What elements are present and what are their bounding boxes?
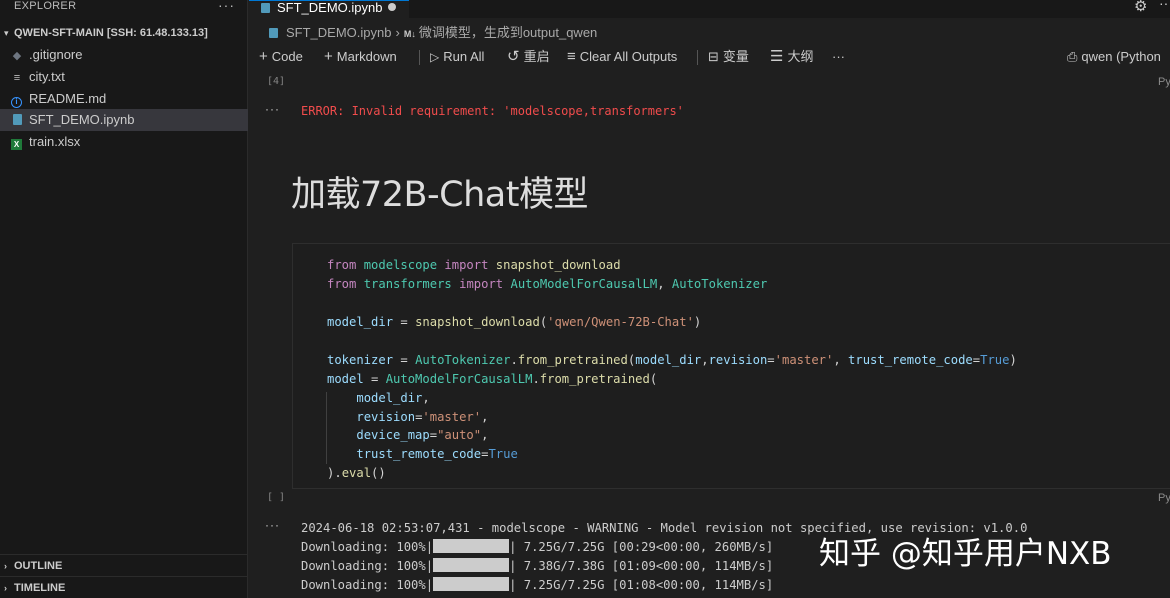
file-label: city.txt [29, 69, 65, 84]
variables-button[interactable]: ⊟ 变量 [708, 46, 749, 68]
variables-label: 变量 [722, 49, 749, 64]
progress-bar [433, 557, 510, 572]
progress-bar [433, 576, 510, 591]
file-item-sft-demo[interactable]: SFT_DEMO.ipynb [0, 109, 248, 131]
gear-icon[interactable]: ⚙ [1134, 0, 1147, 15]
add-markdown-button[interactable]: + Markdown [324, 46, 397, 68]
outline-label: OUTLINE [14, 560, 63, 572]
chevron-down-icon: ▾ [4, 28, 9, 38]
tab-label: SFT_DEMO.ipynb [277, 0, 383, 15]
output-more-icon[interactable]: ··· [265, 518, 280, 532]
clear-outputs-label: Clear All Outputs [579, 49, 678, 64]
tab-sft-demo[interactable]: SFT_DEMO.ipynb [249, 0, 409, 18]
text-file-icon: ≡ [13, 72, 21, 84]
toolbar-divider [419, 50, 420, 65]
chevron-right-icon: › [4, 561, 7, 571]
file-label: SFT_DEMO.ipynb [29, 112, 135, 127]
notebook-toolbar: + Code + Markdown ▷ Run All ↺ 重启 ≡ Clear All … [249, 46, 1170, 68]
excel-icon: X [11, 139, 22, 150]
kernel-picker[interactable]: ⎙ qwen (Python [1067, 46, 1161, 68]
markdown-icon: M↓ [403, 29, 416, 39]
restart-label: 重启 [523, 49, 550, 64]
markdown-heading: 加载72B-Chat模型 [291, 175, 588, 215]
unsaved-dot-icon[interactable] [388, 3, 397, 11]
add-code-button[interactable]: + Code [259, 46, 303, 68]
add-markdown-label: Markdown [336, 49, 397, 64]
restart-button[interactable]: ↺ 重启 [507, 46, 550, 68]
file-item-readme[interactable]: i README.md [0, 88, 248, 110]
notebook-icon [261, 3, 270, 13]
progress-suffix: | 7.25G/7.25G [00:29<00:00, 260MB/s] [509, 539, 774, 554]
add-code-label: Code [271, 49, 303, 64]
plus-icon: + [324, 48, 333, 65]
explorer-sidebar: EXPLORER ··· ▾ QWEN-SFT-MAIN [SSH: 61.48.… [0, 0, 248, 598]
progress-prefix: Downloading: 100%| [301, 577, 434, 592]
outline-section[interactable]: › OUTLINE [0, 554, 248, 576]
chevron-right-icon: › [4, 583, 7, 593]
cell-language-label[interactable]: Py [1158, 76, 1170, 88]
list-icon: ☰ [770, 48, 784, 65]
clear-all-icon: ≡ [567, 48, 576, 65]
error-output: ERROR: Invalid requirement: 'modelscope,… [301, 104, 684, 118]
plus-icon: + [259, 48, 268, 65]
progress-bar [433, 538, 510, 553]
explorer-more-icon[interactable]: ··· [218, 0, 235, 13]
more-actions-icon[interactable]: ··· [1159, 0, 1170, 11]
breadcrumb-section[interactable]: 微调模型，生成到output_qwen [419, 25, 597, 40]
outline-button-label: 大纲 [787, 49, 814, 64]
play-icon: ▷ [430, 50, 440, 64]
explorer-title: EXPLORER [14, 0, 77, 12]
run-all-button[interactable]: ▷ Run All [430, 46, 484, 68]
timeline-label: TIMELINE [14, 582, 66, 594]
code-cell[interactable]: from modelscope import snapshot_download… [292, 243, 1170, 489]
cell-language-label[interactable]: Py [1158, 492, 1170, 504]
toolbar-divider [697, 50, 698, 65]
notebook-icon [13, 114, 22, 125]
timeline-section[interactable]: › TIMELINE [0, 576, 248, 598]
workspace-folder[interactable]: ▾ QWEN-SFT-MAIN [SSH: 61.48.133.13] [0, 24, 248, 42]
file-label: README.md [29, 91, 107, 106]
download-progress-line: Downloading: 100%| | 7.25G/7.25G [01:08<0… [301, 576, 1027, 595]
code-editor[interactable]: from modelscope import snapshot_download… [327, 256, 1017, 483]
kernel-label: qwen (Python [1081, 49, 1161, 64]
file-label: .gitignore [29, 47, 83, 62]
chevron-right-icon: › [395, 25, 400, 40]
progress-suffix: | 7.25G/7.25G [01:08<00:00, 114MB/s] [509, 577, 774, 592]
kernel-icon: ⎙ [1067, 49, 1078, 64]
outline-button[interactable]: ☰ 大纲 [770, 46, 813, 68]
toolbar-more-button[interactable]: ··· [832, 46, 845, 68]
info-icon: i [11, 97, 22, 108]
progress-prefix: Downloading: 100%| [301, 558, 434, 573]
breadcrumb-file[interactable]: SFT_DEMO.ipynb [286, 25, 391, 40]
progress-suffix: | 7.38G/7.38G [01:09<00:00, 114MB/s] [509, 558, 774, 573]
workspace-folder-label: QWEN-SFT-MAIN [SSH: 61.48.133.13] [14, 27, 208, 39]
file-label: train.xlsx [29, 134, 81, 149]
run-all-label: Run All [443, 49, 485, 64]
notebook-icon [269, 28, 278, 38]
notebook-editor: SFT_DEMO.ipynb ⚙ ··· SFT_DEMO.ipynb ›M↓微调… [249, 0, 1170, 598]
git-icon: ◆ [12, 50, 22, 62]
file-item-train-xlsx[interactable]: Xtrain.xlsx [0, 131, 248, 153]
cell-execution-count: [ ] [267, 492, 286, 503]
breadcrumb: SFT_DEMO.ipynb › M↓ 微调模型，生成到output_qwen [249, 22, 597, 44]
progress-prefix: Downloading: 100%| [301, 539, 434, 554]
file-item-gitignore[interactable]: ◆ .gitignore [0, 44, 248, 66]
watermark: 知乎 @知乎用户NXB [819, 536, 1112, 572]
variables-icon: ⊟ [708, 49, 719, 64]
tab-bar: SFT_DEMO.ipynb ⚙ ··· [249, 0, 1170, 18]
restart-icon: ↺ [507, 48, 520, 65]
cell-execution-count: [4] [267, 76, 286, 87]
file-item-city-txt[interactable]: ≡ city.txt [0, 66, 248, 88]
clear-outputs-button[interactable]: ≡ Clear All Outputs [567, 46, 677, 68]
output-more-icon[interactable]: ··· [265, 102, 280, 116]
